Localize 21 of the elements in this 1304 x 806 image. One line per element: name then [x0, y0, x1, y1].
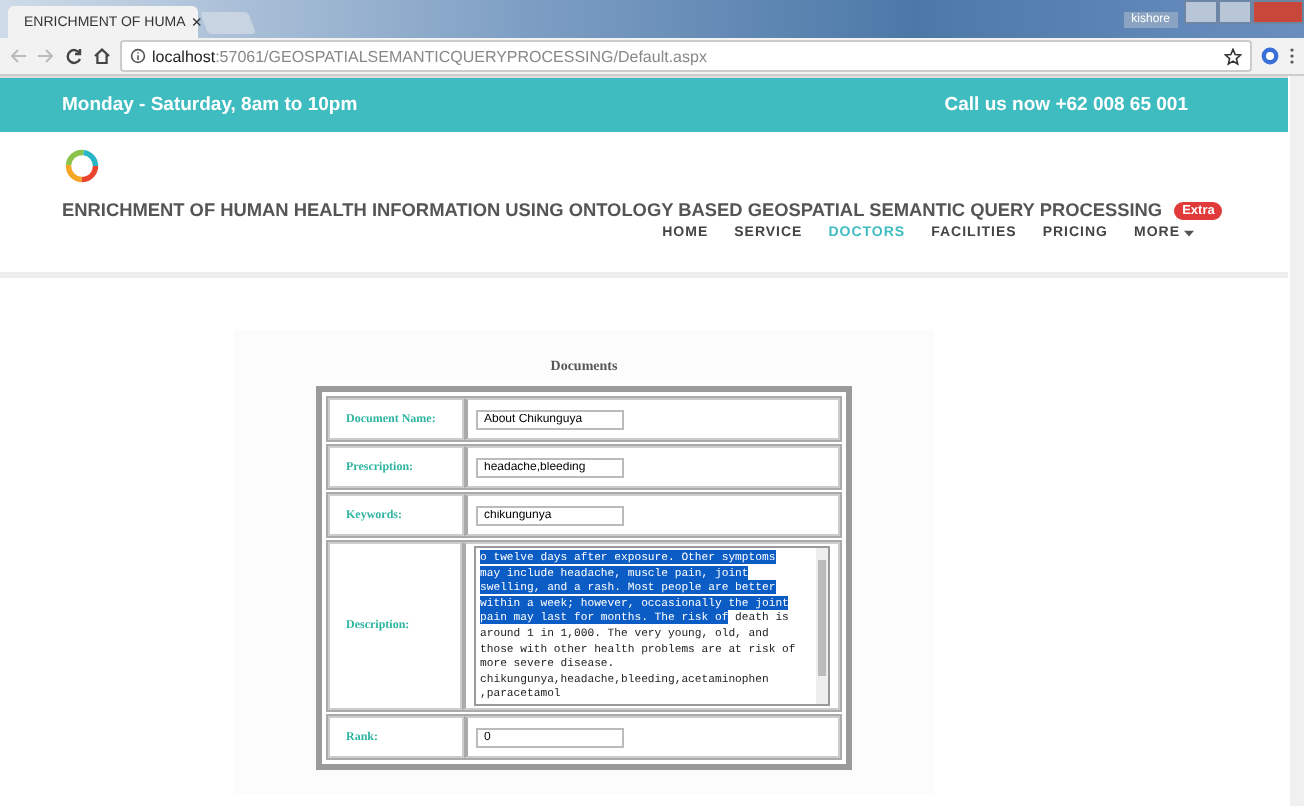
url-text: localhost:57061/GEOSPATIALSEMANTICQUERYPROCESSING/Default.aspx [152, 47, 707, 65]
close-button[interactable] [1252, 0, 1304, 24]
info-icon [130, 48, 146, 64]
logo-icon [64, 148, 100, 184]
star-icon[interactable] [1224, 47, 1242, 65]
new-tab-button[interactable] [200, 12, 256, 34]
phone-text: Call us now +62 008 65 001 [944, 94, 1188, 116]
menu-icon[interactable] [1288, 46, 1296, 66]
forward-icon[interactable] [36, 46, 56, 66]
scrollbar[interactable] [816, 548, 828, 704]
address-bar[interactable]: localhost:57061/GEOSPATIALSEMANTICQUERYPROCESSING/Default.aspx [120, 40, 1252, 72]
site-title: ENRICHMENT OF HUMAN HEALTH INFORMATION USING ONTOLOGY BASED GEOSPATIAL SEMANTIC QUERY PROCESSING [62, 200, 1163, 220]
reload-icon[interactable] [64, 46, 84, 66]
home-icon[interactable] [92, 46, 112, 66]
maximize-button[interactable] [1218, 0, 1252, 24]
hours-text: Monday - Saturday, 8am to 10pm [62, 94, 358, 116]
description-textarea[interactable] [474, 546, 830, 706]
minimize-button[interactable] [1184, 0, 1218, 24]
back-icon[interactable] [8, 46, 28, 66]
page-scrollbar[interactable] [1290, 76, 1304, 806]
extension-icon[interactable] [1260, 46, 1280, 66]
